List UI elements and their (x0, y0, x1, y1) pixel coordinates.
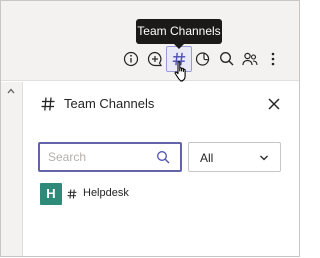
team-avatar: H (40, 183, 62, 205)
divider (22, 82, 23, 256)
chevron-up-icon[interactable] (6, 86, 16, 96)
people-icon[interactable] (241, 50, 259, 68)
search-icon[interactable] (218, 50, 236, 68)
more-icon[interactable] (264, 50, 282, 68)
chat-add-icon[interactable] (146, 50, 164, 68)
list-item[interactable]: H Helpdesk (40, 183, 150, 205)
chevron-down-icon (260, 155, 268, 161)
tooltip: Team Channels (136, 19, 222, 44)
sticker-icon[interactable] (194, 50, 212, 68)
panel-title: Team Channels (64, 96, 155, 111)
filter-dropdown[interactable]: All (188, 142, 281, 172)
hash-icon (41, 97, 55, 111)
tooltip-arrow (173, 43, 185, 49)
filter-selected-value: All (200, 151, 214, 165)
hand-cursor-icon (174, 61, 186, 82)
search-input[interactable] (48, 148, 148, 166)
side-strip (1, 82, 22, 256)
close-icon[interactable] (266, 96, 282, 112)
hash-icon (67, 189, 77, 199)
channel-name: Helpdesk (83, 187, 129, 199)
search-box[interactable] (38, 142, 182, 172)
info-icon[interactable] (122, 50, 140, 68)
search-icon[interactable] (156, 150, 170, 164)
